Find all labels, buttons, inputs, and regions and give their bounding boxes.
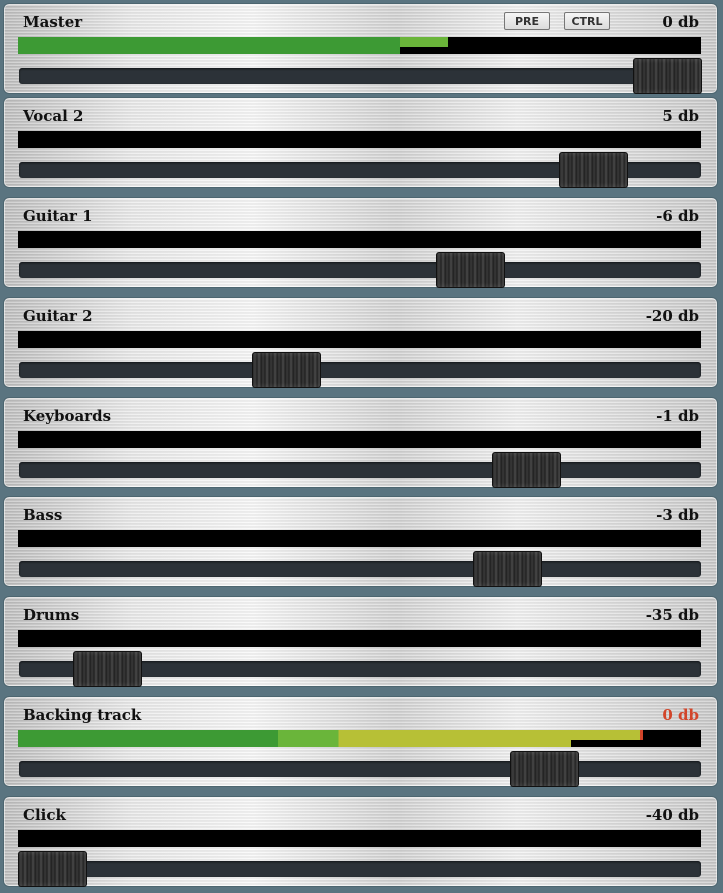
clip-indicator — [639, 730, 643, 740]
volume-fader-knob[interactable] — [511, 752, 578, 786]
level-meter-peak — [400, 37, 449, 47]
level-meter — [18, 231, 701, 248]
level-meter — [18, 131, 701, 148]
channel-name: Click — [23, 806, 66, 824]
volume-fader-knob[interactable] — [474, 552, 541, 586]
channel-db-readout: -35 db — [645, 606, 699, 624]
volume-fader-track[interactable] — [19, 353, 701, 387]
mixer: Master 0 db PRE CTRL Vocal 2 5 db Guitar 1 -6 d… — [0, 0, 723, 893]
channel-db-readout: -3 db — [656, 506, 699, 524]
volume-fader-track[interactable] — [19, 852, 701, 886]
channel-name: Drums — [23, 606, 80, 624]
channel-strip: Keyboards -1 db — [3, 397, 718, 488]
channel-name: Keyboards — [23, 407, 112, 425]
level-meter — [18, 730, 701, 747]
channel-strip: Drums -35 db — [3, 596, 718, 687]
volume-fader-knob[interactable] — [74, 652, 141, 686]
volume-fader-knob[interactable] — [634, 59, 701, 93]
channel-db-readout: -20 db — [645, 307, 699, 325]
level-meter — [18, 37, 701, 54]
channel-name: Backing track — [23, 706, 142, 724]
volume-fader-knob[interactable] — [437, 253, 504, 287]
level-meter — [18, 630, 701, 647]
channel-db-readout: -6 db — [656, 207, 699, 225]
channel-strip: Backing track 0 db — [3, 696, 718, 787]
volume-fader-knob[interactable] — [560, 153, 627, 187]
volume-fader-track[interactable] — [19, 552, 701, 586]
volume-fader-track[interactable] — [19, 153, 701, 187]
channel-db-readout: 0 db — [662, 706, 699, 724]
volume-fader-knob[interactable] — [493, 453, 560, 487]
level-meter — [18, 530, 701, 547]
channel-db-readout: 0 db — [662, 13, 699, 31]
volume-fader-track[interactable] — [19, 752, 701, 786]
channel-strip: Master 0 db PRE CTRL — [3, 3, 718, 94]
level-meter — [18, 331, 701, 348]
channel-db-readout: -40 db — [645, 806, 699, 824]
pre-button[interactable]: PRE — [504, 12, 550, 30]
channel-strip: Bass -3 db — [3, 496, 718, 587]
channel-strip: Guitar 2 -20 db — [3, 297, 718, 388]
channel-name: Master — [23, 13, 83, 31]
volume-fader-knob[interactable] — [253, 353, 320, 387]
channel-strip: Guitar 1 -6 db — [3, 197, 718, 288]
level-meter-peak — [571, 730, 640, 740]
channel-name: Guitar 1 — [23, 207, 93, 225]
channel-strip: Click -40 db — [3, 796, 718, 887]
level-meter-fill — [18, 730, 572, 747]
volume-fader-track[interactable] — [19, 652, 701, 686]
channel-name: Bass — [23, 506, 63, 524]
ctrl-button[interactable]: CTRL — [564, 12, 610, 30]
channel-name: Guitar 2 — [23, 307, 93, 325]
volume-fader-track[interactable] — [19, 453, 701, 487]
channel-db-readout: -1 db — [656, 407, 699, 425]
volume-fader-track[interactable] — [19, 59, 701, 93]
volume-fader-track[interactable] — [19, 253, 701, 287]
channel-strip: Vocal 2 5 db — [3, 97, 718, 188]
level-meter-fill — [18, 37, 401, 54]
level-meter — [18, 830, 701, 847]
level-meter — [18, 431, 701, 448]
channel-name: Vocal 2 — [23, 107, 84, 125]
channel-db-readout: 5 db — [662, 107, 699, 125]
volume-fader-knob[interactable] — [19, 852, 86, 886]
